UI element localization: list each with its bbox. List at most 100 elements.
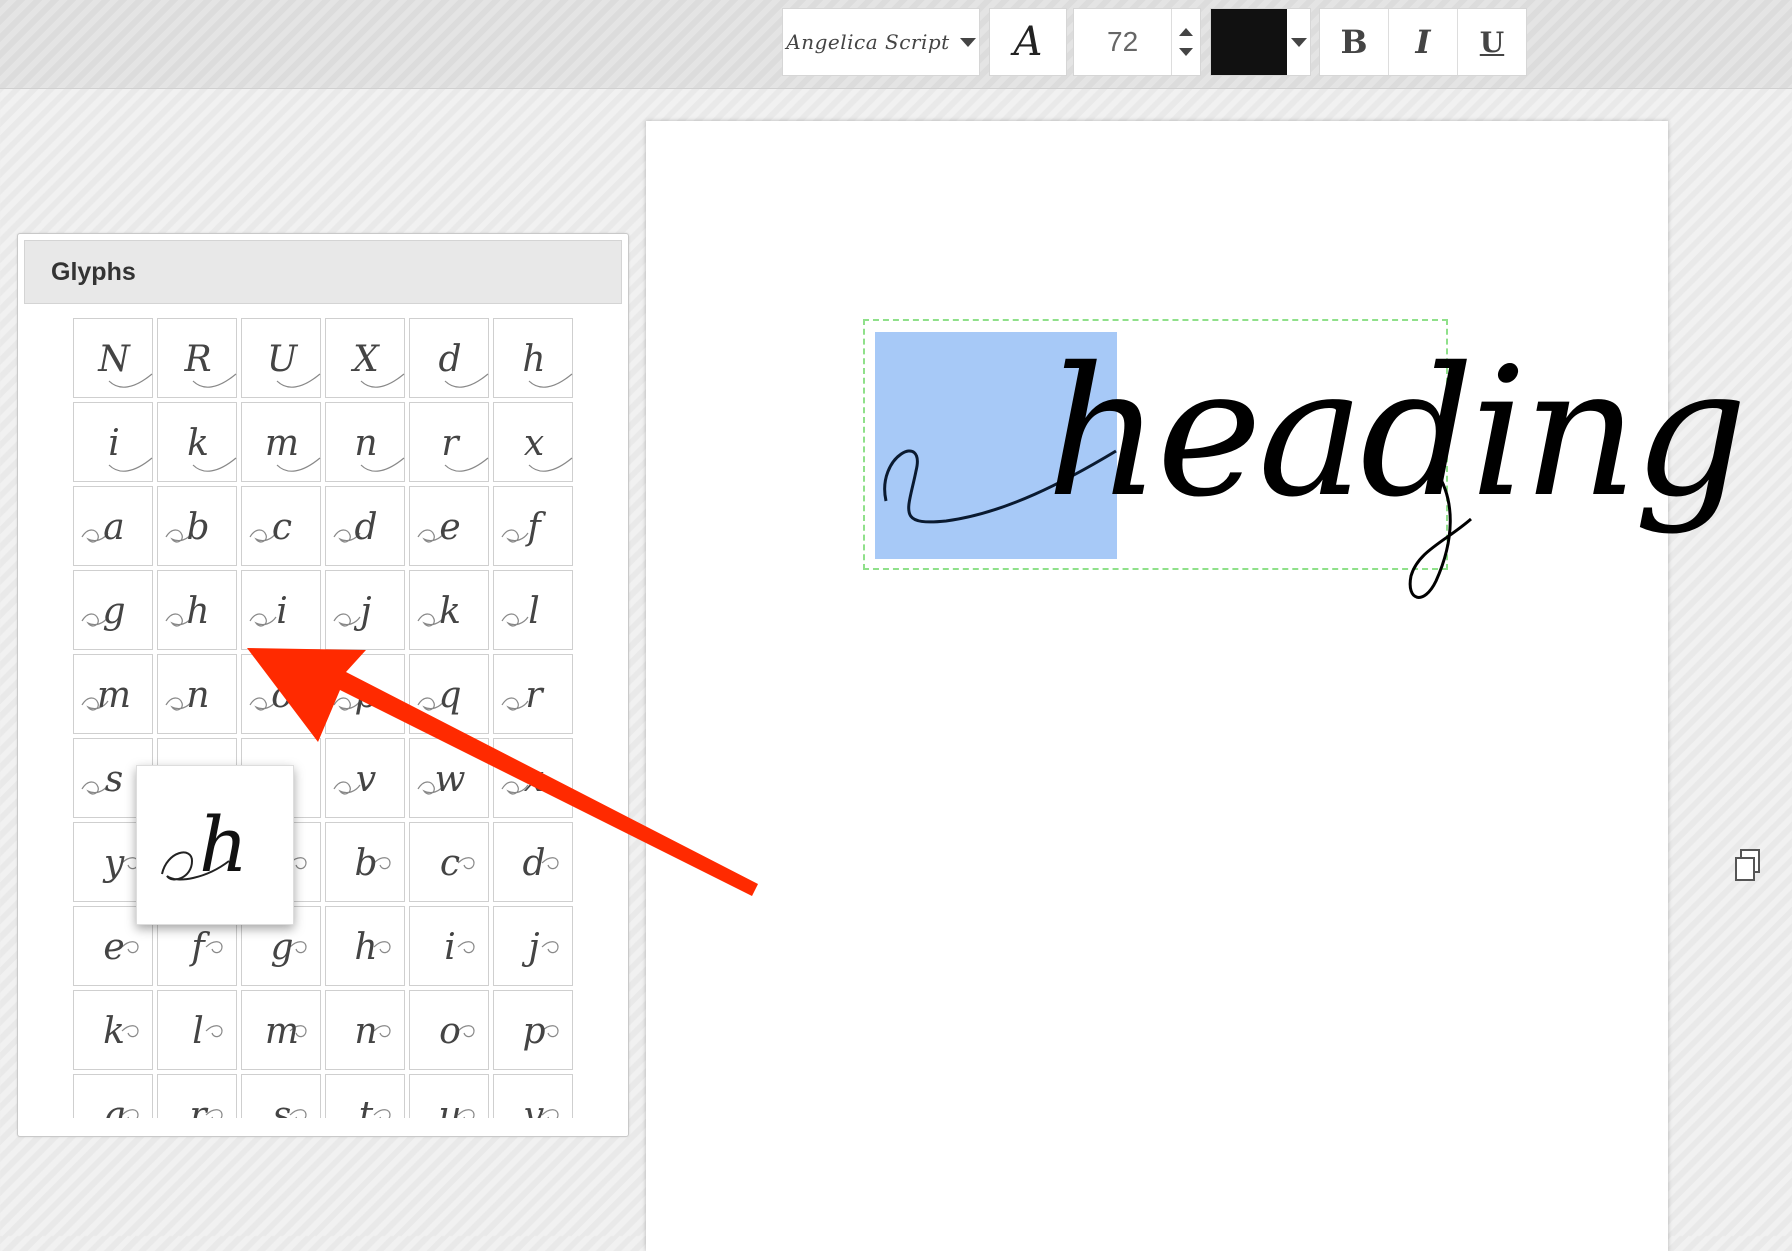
glyph-cell[interactable]: o <box>409 990 489 1070</box>
glyph-cell[interactable]: v <box>493 1074 573 1118</box>
glyph-cell[interactable]: o <box>241 654 321 734</box>
color-swatch[interactable] <box>1211 9 1287 75</box>
text-color-picker[interactable] <box>1210 8 1311 76</box>
glyph-cell[interactable]: b <box>157 486 237 566</box>
glyph-char: d <box>438 338 462 380</box>
glyph-cell[interactable]: j <box>493 906 573 986</box>
glyph-char: j <box>528 926 540 968</box>
glyph-cell[interactable]: i <box>409 906 489 986</box>
glyph-cell[interactable]: l <box>493 570 573 650</box>
glyph-cell[interactable]: p <box>493 990 573 1070</box>
glyph-char: m <box>264 422 300 464</box>
glyph-cell[interactable]: q <box>409 654 489 734</box>
glyph-char: q <box>102 1094 126 1119</box>
glyph-char: l <box>528 590 540 632</box>
glyph-char: N <box>98 338 130 380</box>
glyph-cell[interactable]: h <box>325 906 405 986</box>
glyph-cell[interactable]: r <box>409 402 489 482</box>
glyph-cell[interactable]: k <box>73 990 153 1070</box>
glyph-char: d <box>522 842 546 884</box>
glyph-cell[interactable]: k <box>157 402 237 482</box>
italic-button[interactable]: I <box>1389 9 1458 75</box>
format-buttons: B I U <box>1319 8 1527 76</box>
glyph-cell[interactable]: i <box>73 402 153 482</box>
glyph-char: j <box>360 590 372 632</box>
glyph-cell[interactable]: d <box>325 486 405 566</box>
glyph-char: a <box>103 506 125 548</box>
color-dropdown[interactable] <box>1287 37 1310 47</box>
glyph-char: r <box>525 674 543 716</box>
glyph-preview-popup: h <box>136 765 294 925</box>
glyph-char: d <box>354 506 378 548</box>
glyph-cell[interactable]: n <box>157 654 237 734</box>
glyph-char: i <box>276 590 288 632</box>
font-family-dropdown[interactable]: Angelica Script <box>782 8 980 76</box>
glyph-char: b <box>186 506 210 548</box>
bold-button[interactable]: B <box>1320 9 1389 75</box>
glyph-cell[interactable]: n <box>325 990 405 1070</box>
glyph-cell[interactable]: k <box>409 570 489 650</box>
glyph-cell[interactable]: q <box>73 1074 153 1118</box>
glyph-cell[interactable]: j <box>325 570 405 650</box>
glyph-cell[interactable]: x <box>493 738 573 818</box>
glyph-cell[interactable]: e <box>409 486 489 566</box>
glyph-cell[interactable]: v <box>325 738 405 818</box>
glyph-char: e <box>439 506 461 548</box>
heading-text[interactable]: heading <box>1046 344 1748 522</box>
glyph-char: i <box>444 926 456 968</box>
glyph-cell[interactable]: x <box>493 402 573 482</box>
document-page[interactable]: heading <box>646 121 1748 1251</box>
glyph-cell[interactable]: w <box>409 738 489 818</box>
glyph-cell[interactable]: g <box>73 570 153 650</box>
glyph-cell[interactable]: h <box>493 318 573 398</box>
font-style-button[interactable]: A <box>989 8 1067 76</box>
glyph-cell[interactable]: R <box>157 318 237 398</box>
glyph-cell[interactable]: f <box>493 486 573 566</box>
glyph-preview-char: h <box>199 800 248 889</box>
glyph-cell[interactable]: s <box>241 1074 321 1118</box>
increment-icon[interactable] <box>1179 28 1194 36</box>
glyph-cell[interactable]: i <box>241 570 321 650</box>
glyph-cell[interactable]: d <box>409 318 489 398</box>
glyph-cell[interactable]: b <box>325 822 405 902</box>
glyph-cell[interactable]: a <box>73 486 153 566</box>
glyph-cell[interactable]: t <box>325 1074 405 1118</box>
glyph-cell[interactable]: d <box>493 822 573 902</box>
font-size-spinner[interactable] <box>1171 9 1200 75</box>
glyph-cell[interactable]: X <box>325 318 405 398</box>
glyph-char: p <box>522 1010 546 1052</box>
font-size-value[interactable]: 72 <box>1074 26 1171 58</box>
glyph-char: m <box>96 674 132 716</box>
glyph-cell[interactable]: h <box>157 570 237 650</box>
glyph-cell[interactable]: c <box>409 822 489 902</box>
glyph-char: c <box>439 842 461 884</box>
glyph-cell[interactable]: c <box>241 486 321 566</box>
glyph-cell[interactable]: m <box>73 654 153 734</box>
glyph-cell[interactable]: u <box>409 1074 489 1118</box>
glyph-char: n <box>354 1010 378 1052</box>
chevron-down-icon <box>959 37 976 47</box>
glyph-char: u <box>438 1094 462 1119</box>
glyph-cell[interactable]: l <box>157 990 237 1070</box>
glyph-cell[interactable]: n <box>325 402 405 482</box>
glyph-char: o <box>439 1010 461 1052</box>
font-size-stepper[interactable]: 72 <box>1073 8 1201 76</box>
glyph-cell[interactable]: U <box>241 318 321 398</box>
paste-icon[interactable] <box>1733 848 1763 884</box>
glyph-char: r <box>441 422 459 464</box>
glyph-cell[interactable]: N <box>73 318 153 398</box>
toolbar: Angelica Script A 72 B I U <box>0 0 1792 89</box>
glyph-cell[interactable]: m <box>241 402 321 482</box>
underline-button[interactable]: U <box>1458 9 1526 75</box>
glyphs-panel-title: Glyphs <box>24 240 622 304</box>
glyph-char: m <box>264 1010 300 1052</box>
glyph-grid: NRUXdhikmnrxabcdefghijklmnopqrstuvwxyzab… <box>73 318 585 1118</box>
glyph-char: v <box>523 1094 545 1119</box>
glyph-char: w <box>434 758 466 800</box>
decrement-icon[interactable] <box>1179 48 1194 56</box>
glyph-cell[interactable]: p <box>325 654 405 734</box>
glyph-cell[interactable]: r <box>493 654 573 734</box>
glyph-cell[interactable]: m <box>241 990 321 1070</box>
glyph-char: n <box>354 422 378 464</box>
glyph-cell[interactable]: r <box>157 1074 237 1118</box>
